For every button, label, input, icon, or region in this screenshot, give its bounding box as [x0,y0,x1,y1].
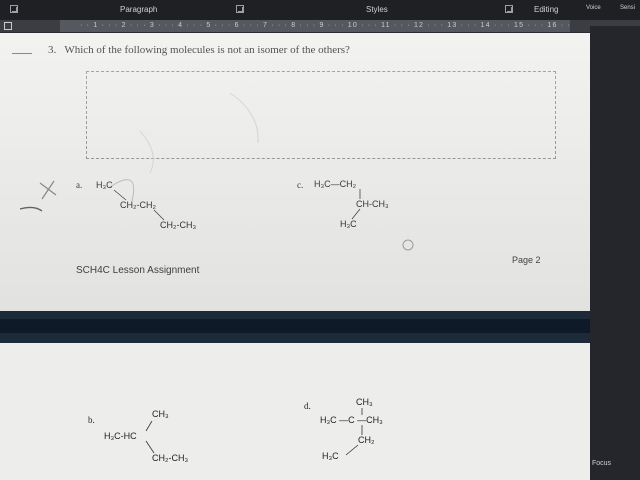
molecule-d-bonds [345,408,363,456]
document-page-1[interactable]: 3. Which of the following molecules is n… [0,33,590,311]
option-b-label: b. [88,415,95,425]
option-d-label: d. [304,401,311,411]
footer-page-number: Page 2 [512,255,541,265]
ribbon-group-sensitivity[interactable]: Sensi [620,5,635,11]
document-page-2[interactable]: b. CH₃ H₃C-HC CH₂-CH₃ d. CH₃ H₃C —C —CH₃… [0,343,590,480]
molecule-b-bonds [145,420,155,454]
focus-mode-button[interactable]: Focus [592,460,611,467]
tab-selector-icon[interactable] [4,22,12,30]
margin-marker [12,53,32,54]
footer-course-title: SCH4C Lesson Assignment [76,265,200,276]
page-separator [0,311,640,343]
question-3: 3. Which of the following molecules is n… [48,44,350,56]
page-separator-band [0,319,640,333]
molecule-c-bonds [351,189,361,220]
option-a-label: a. [76,180,83,190]
question-text: Which of the following molecules is not … [64,44,350,56]
ribbon-group-styles[interactable]: Styles [366,5,388,14]
right-gutter [590,26,640,480]
font-dialog-launcher-icon[interactable] [10,5,18,13]
paragraph-dialog-launcher-icon[interactable] [236,5,244,13]
ribbon-group-editing[interactable]: Editing [534,5,558,14]
ribbon-group-voice[interactable]: Voice [586,5,601,11]
molecule-b: CH₃ H₃C-HC CH₂-CH₃ [104,407,224,473]
pen-scribble-icon [20,92,414,251]
molecule-c: H₃C—CH₂ CH-CH₃ H₃C [312,177,432,237]
question-number: 3. [48,44,57,56]
ruler-ticks: · · 1 · · · 2 · · · 3 · · · 4 · · · 5 · … [80,22,571,29]
option-c-label: c. [297,180,304,190]
molecule-d: CH₃ H₃C —C —CH₃ CH₂ H₃C [318,395,428,473]
molecule-a: H₃C CH₂-CH₂ CH₂-CH₃ [92,178,222,238]
horizontal-ruler[interactable]: · · 1 · · · 2 · · · 3 · · · 4 · · · 5 · … [0,20,640,32]
ribbon-group-paragraph[interactable]: Paragraph [120,5,157,14]
molecule-a-bonds [113,189,165,221]
styles-dialog-launcher-icon[interactable] [505,5,513,13]
